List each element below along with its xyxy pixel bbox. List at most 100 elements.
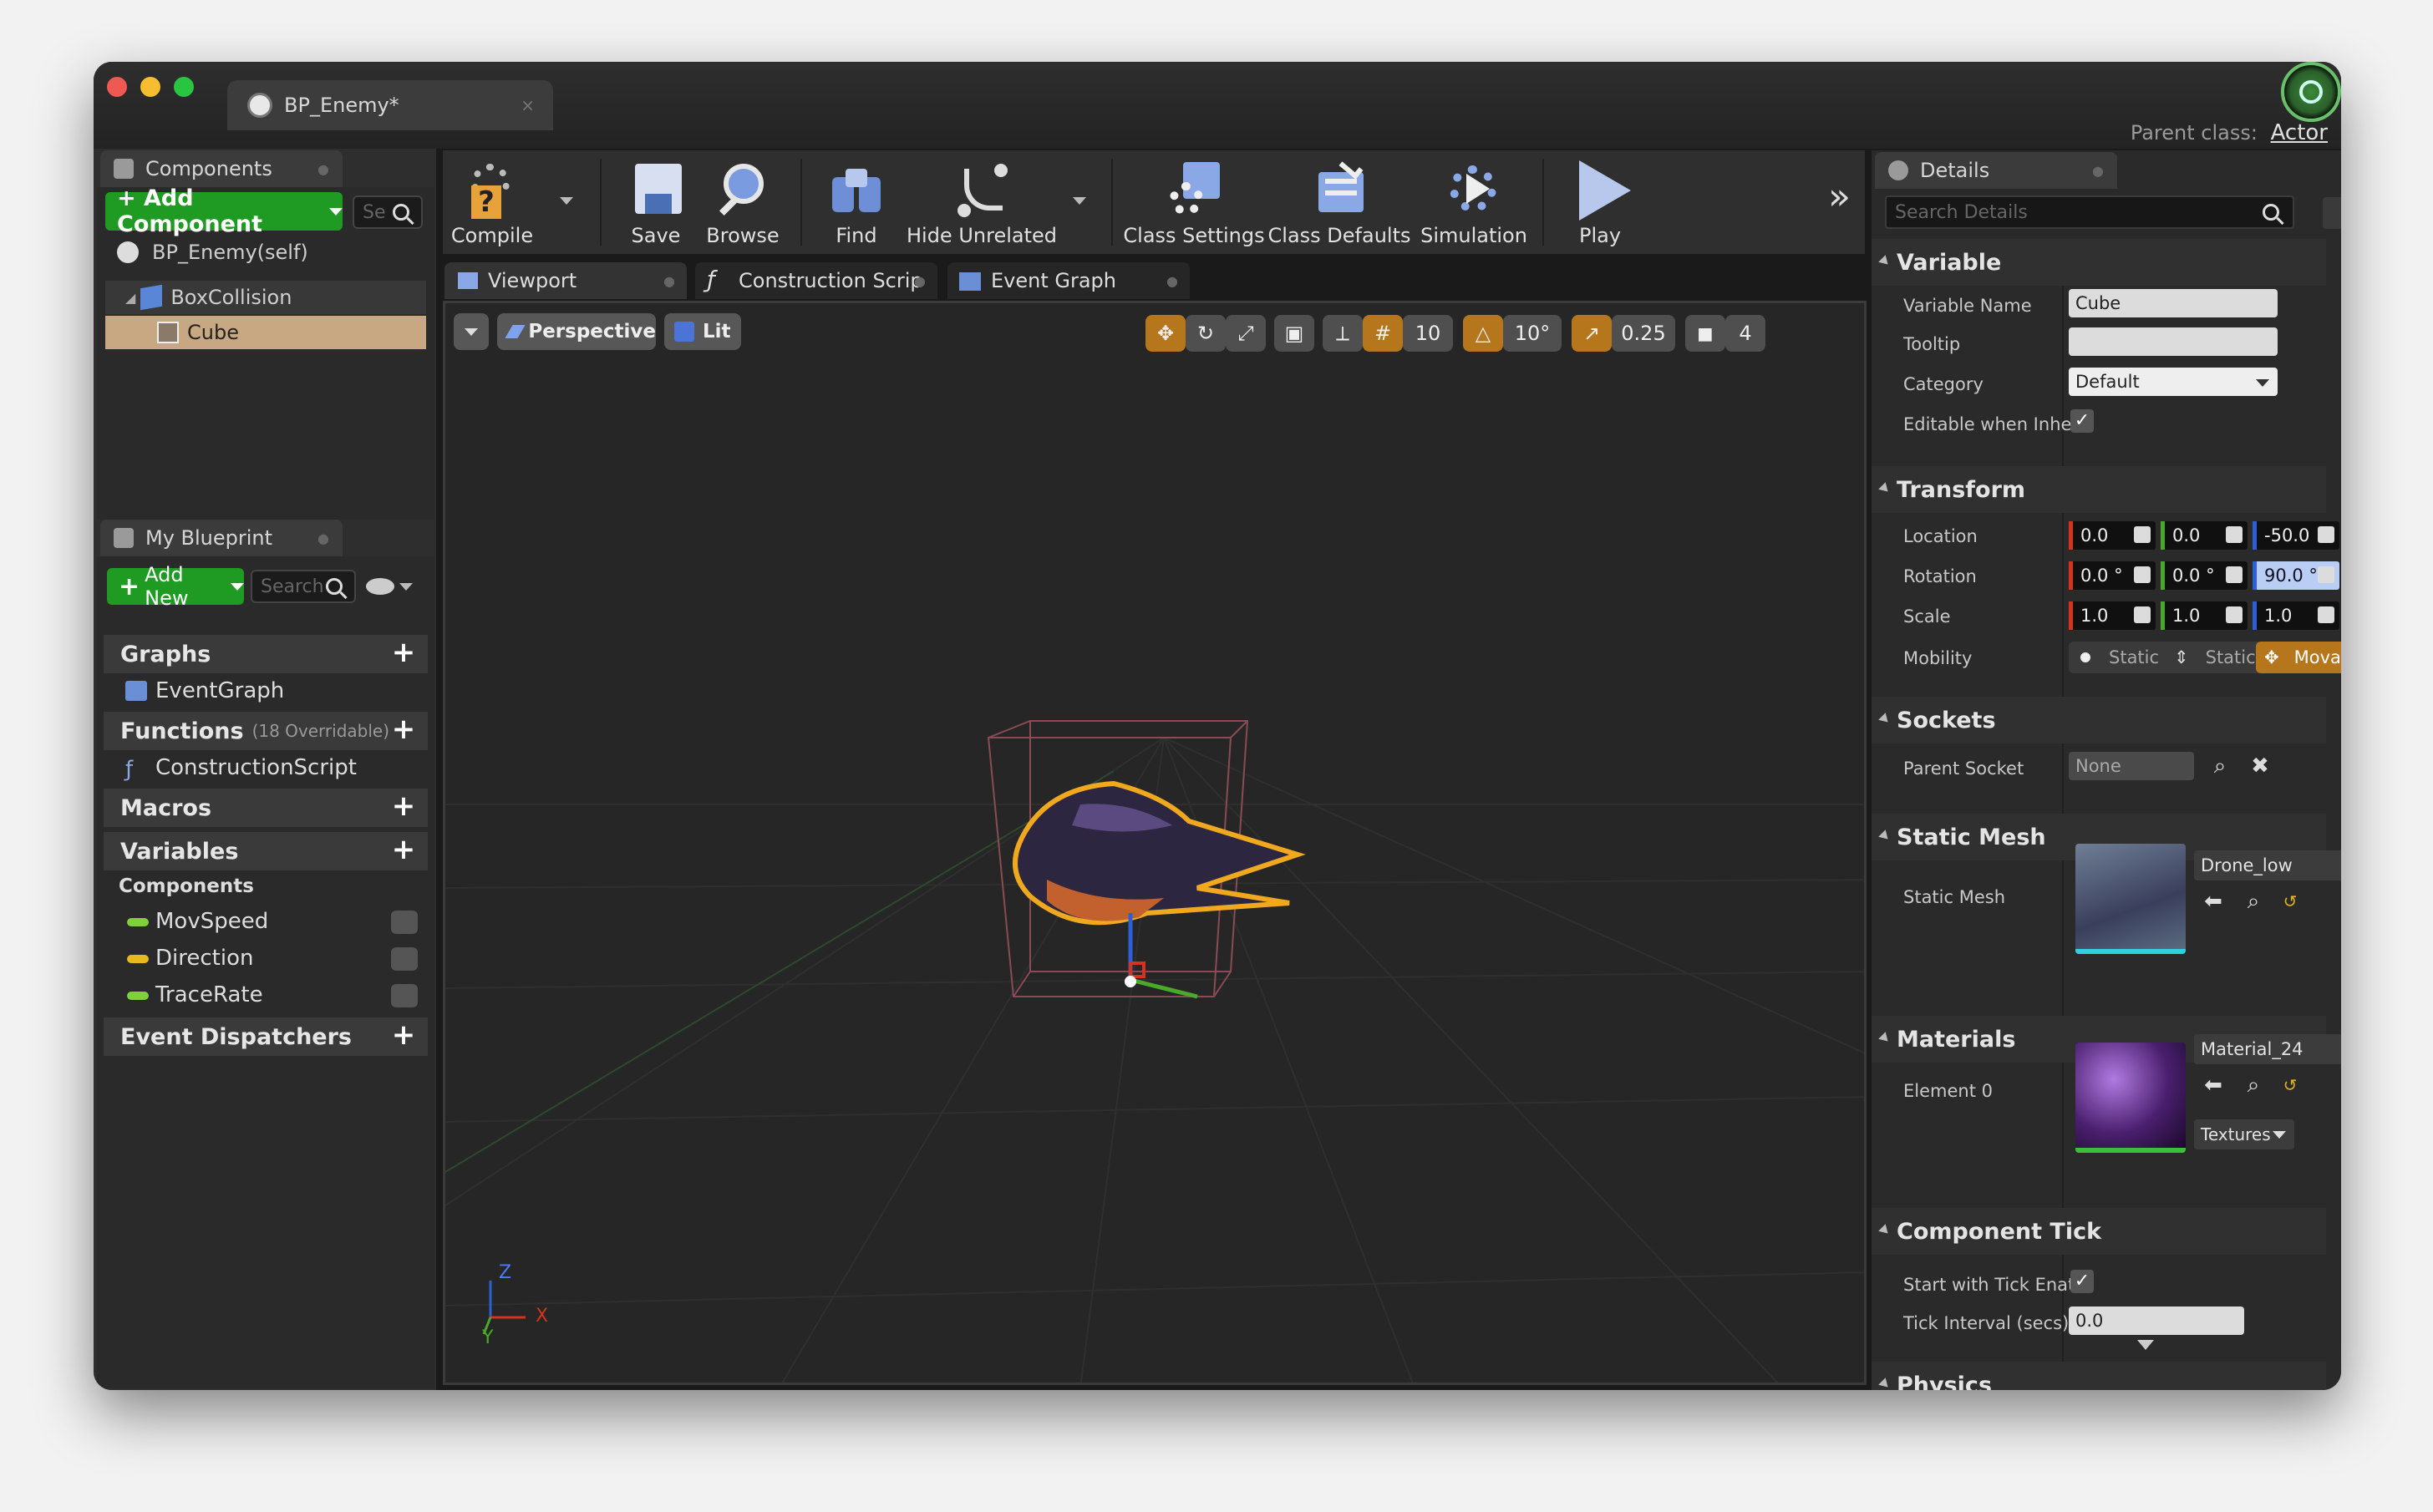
functions-section[interactable]: Functions (18 Overridable) + — [104, 712, 428, 750]
category-dropdown[interactable]: Default — [2069, 368, 2278, 396]
play-button[interactable]: Play — [1554, 150, 1646, 254]
viewport[interactable]: Z Y X Perspective Lit ✥ ↻ ⤢ ▣ ⟂ # 10 △ 1… — [443, 301, 1867, 1385]
transform-section[interactable]: Transform — [1872, 466, 2326, 513]
rotation-y-field[interactable]: 0.0 ° — [2161, 561, 2248, 590]
add-component-button[interactable]: + Add Component — [105, 185, 343, 237]
close-tab-icon[interactable]: ● — [663, 273, 675, 289]
blueprint-search-input[interactable]: Search — [251, 570, 356, 603]
scale-snap-value[interactable]: 0.25 — [1612, 315, 1675, 352]
close-tab-icon[interactable]: ● — [317, 161, 329, 177]
property-matrix-icon[interactable] — [2323, 197, 2341, 229]
components-search-input[interactable]: Se — [353, 195, 423, 229]
tree-item-self[interactable]: BP_Enemy(self) — [105, 236, 426, 269]
minimize-window-button[interactable] — [140, 77, 160, 97]
variable-name-field[interactable]: Cube — [2069, 289, 2278, 317]
rotation-snap-value[interactable]: 10° — [1503, 315, 1562, 352]
compile-button[interactable]: ? Compile — [443, 150, 541, 254]
translate-mode-icon[interactable]: ✥ — [1145, 315, 1186, 352]
tree-item-cube[interactable]: Cube — [105, 316, 426, 349]
simulation-button[interactable]: Simulation — [1415, 150, 1532, 254]
tick-interval-field[interactable]: 0.0 — [2069, 1307, 2244, 1335]
search-icon[interactable]: ⌕ — [2209, 755, 2231, 777]
tree-item-boxcollision[interactable]: ◢ BoxCollision — [105, 281, 426, 314]
mobility-static-button[interactable]: Static — [2069, 642, 2162, 673]
physics-section[interactable]: Physics — [1872, 1362, 2326, 1390]
close-tab-icon[interactable]: × — [521, 95, 535, 115]
find-button[interactable]: Find — [810, 150, 902, 254]
browse-asset-icon[interactable]: ⌕ — [2243, 890, 2264, 912]
variable-section[interactable]: Variable — [1872, 239, 2326, 286]
rotation-snap-icon[interactable]: △ — [1463, 315, 1503, 352]
details-search-input[interactable]: Search Details — [1885, 195, 2294, 229]
clear-icon[interactable]: ✖ — [2249, 755, 2271, 777]
add-graph-icon[interactable]: + — [389, 638, 418, 668]
close-tab-icon[interactable]: ● — [317, 530, 329, 546]
details-tab[interactable]: Details ● — [1875, 152, 2117, 189]
lit-button[interactable]: Lit — [664, 313, 741, 350]
zoom-window-button[interactable] — [174, 77, 194, 97]
world-local-icon[interactable]: ▣ — [1274, 315, 1314, 352]
variable-item[interactable]: MovSpeed — [104, 904, 428, 939]
variable-item[interactable]: TraceRate — [104, 977, 428, 1012]
expand-advanced-icon[interactable] — [2137, 1340, 2154, 1350]
tab-event-graph[interactable]: Event Graph ● — [947, 262, 1190, 299]
mobility-stationary-button[interactable]: ⇕ Static — [2162, 642, 2256, 673]
grid-snap-icon[interactable]: # — [1363, 315, 1403, 352]
visibility-toggle-icon[interactable] — [391, 947, 418, 971]
start-tick-checkbox[interactable]: ✓ — [2070, 1270, 2094, 1293]
camera-speed-value[interactable]: 4 — [1725, 315, 1765, 352]
class-settings-button[interactable]: Class Settings — [1121, 150, 1267, 254]
save-button[interactable]: Save — [610, 150, 702, 254]
visibility-toggle-icon[interactable] — [391, 911, 418, 934]
my-blueprint-tab[interactable]: My Blueprint ● — [100, 520, 343, 556]
close-tab-icon[interactable]: ● — [914, 273, 926, 289]
use-selected-arrow-icon[interactable]: ⬅ — [2202, 890, 2224, 912]
tab-construction-script[interactable]: ƒ Construction Scrip ● — [695, 262, 937, 299]
browse-button[interactable]: Browse — [697, 150, 789, 254]
material-dropdown[interactable]: Material_24 — [2194, 1034, 2341, 1064]
static-mesh-thumbnail[interactable] — [2075, 844, 2186, 954]
class-defaults-button[interactable]: Class Defaults — [1267, 150, 1412, 254]
perspective-button[interactable]: Perspective — [497, 313, 656, 350]
surface-snap-icon[interactable]: ⟂ — [1323, 315, 1363, 352]
viewport-options-button[interactable] — [454, 313, 489, 350]
hide-unrelated-chevron-icon[interactable] — [1073, 197, 1086, 205]
variables-section[interactable]: Variables + — [104, 832, 428, 870]
browse-asset-icon[interactable]: ⌕ — [2243, 1074, 2264, 1096]
camera-speed-icon[interactable]: ◼ — [1685, 315, 1725, 352]
location-x-field[interactable]: 0.0 — [2069, 521, 2156, 550]
eventgraph-item[interactable]: EventGraph — [104, 673, 428, 708]
toolbar-overflow-icon[interactable]: » — [1828, 175, 1851, 218]
sockets-section[interactable]: Sockets — [1872, 697, 2326, 743]
close-tab-icon[interactable]: ● — [2092, 163, 2104, 179]
add-macro-icon[interactable]: + — [389, 792, 418, 822]
reset-mesh-icon[interactable]: ↺ — [2279, 890, 2301, 912]
visibility-toggle-icon[interactable] — [391, 984, 418, 1007]
tab-viewport[interactable]: Viewport ● — [444, 262, 687, 299]
chevron-down-icon[interactable] — [399, 583, 413, 591]
use-selected-arrow-icon[interactable]: ⬅ — [2202, 1074, 2224, 1096]
close-tab-icon[interactable]: ● — [1166, 273, 1178, 289]
scale-snap-icon[interactable]: ↗ — [1572, 315, 1612, 352]
rotation-z-field[interactable]: 90.0 ° — [2253, 561, 2339, 590]
textures-button[interactable]: Textures — [2194, 1119, 2294, 1149]
component-tick-section[interactable]: Component Tick — [1872, 1208, 2326, 1255]
parent-class-link[interactable]: Actor — [2271, 120, 2328, 145]
document-tab[interactable]: BP_Enemy* × — [227, 80, 553, 130]
scale-x-field[interactable]: 1.0 — [2069, 601, 2156, 630]
scale-mode-icon[interactable]: ⤢ — [1226, 315, 1266, 352]
grid-snap-value[interactable]: 10 — [1403, 315, 1453, 352]
graphs-section[interactable]: Graphs + — [104, 635, 428, 673]
location-y-field[interactable]: 0.0 — [2161, 521, 2248, 550]
scale-z-field[interactable]: 1.0 — [2253, 601, 2339, 630]
variable-item[interactable]: Direction — [104, 941, 428, 976]
add-function-icon[interactable]: + — [389, 715, 418, 745]
location-z-field[interactable]: -50.0 — [2253, 521, 2339, 550]
hide-unrelated-button[interactable]: Hide Unrelated — [902, 150, 1061, 254]
tooltip-field[interactable] — [2069, 327, 2278, 356]
static-mesh-dropdown[interactable]: Drone_low — [2194, 850, 2341, 880]
event-dispatchers-section[interactable]: Event Dispatchers + — [104, 1017, 428, 1056]
editable-checkbox[interactable]: ✓ — [2070, 409, 2094, 433]
parent-socket-field[interactable]: None — [2069, 752, 2194, 780]
compile-options-chevron-icon[interactable] — [560, 197, 573, 205]
